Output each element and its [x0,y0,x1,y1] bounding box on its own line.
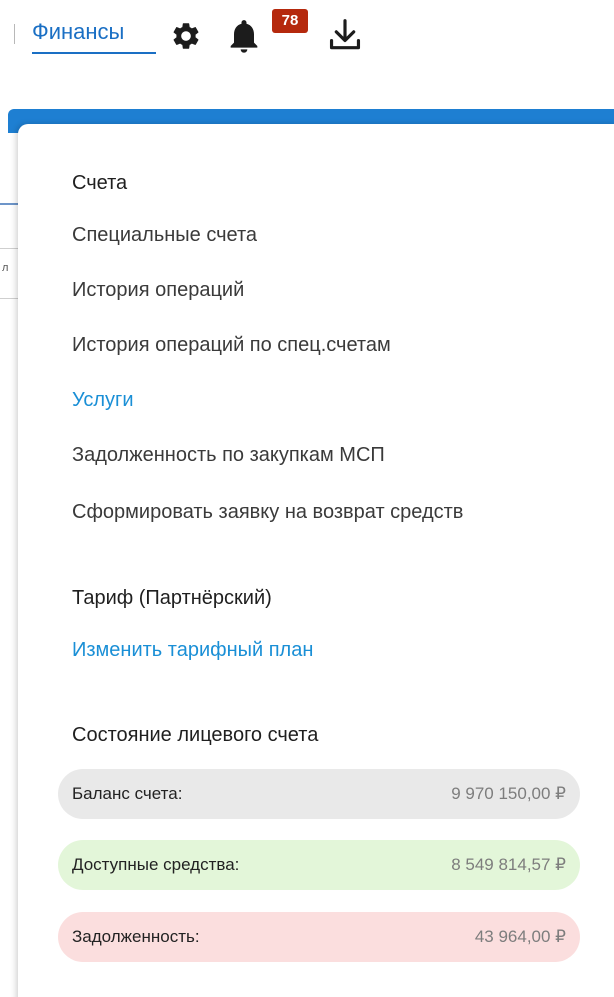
bell-icon[interactable] [224,16,264,56]
account-state-heading: Состояние лицевого счета [72,724,319,746]
change-tariff-link[interactable]: Изменить тарифный план [72,637,313,663]
menu-item-msp-debt[interactable]: Задолженность по закупкам МСП [72,442,385,468]
menu-item-refund-request[interactable]: Сформировать заявку на возврат средств [72,499,463,525]
notifications-badge[interactable]: 78 [272,9,308,33]
menu-item-services[interactable]: Услуги [72,387,134,413]
finance-menu-link[interactable]: Финансы [32,18,124,46]
balance-label: Баланс счета: [72,784,183,803]
debt-value: 43 964,00 ₽ [474,927,566,946]
available-funds-row: Доступные средства: 8 549 814,57 ₽ [58,840,580,890]
menu-item-special-accounts[interactable]: Специальные счета [72,222,257,248]
available-funds-label: Доступные средства: [72,855,240,874]
download-icon[interactable] [326,16,364,54]
menu-item-operations-history[interactable]: История операций [72,277,244,303]
accounts-heading[interactable]: Счета [72,170,127,196]
available-funds-value: 8 549 814,57 ₽ [451,855,566,874]
finance-dropdown-panel: Счета Специальные счета История операций… [18,124,614,997]
balance-row: Баланс счета: 9 970 150,00 ₽ [58,769,580,819]
debt-label: Задолженность: [72,927,200,946]
tariff-heading: Тариф (Партнёрский) [72,587,272,609]
background-content-edge: л [0,125,20,325]
finance-active-underline [32,52,156,54]
top-bar: Финансы 78 [0,0,614,70]
gear-icon[interactable] [170,20,202,52]
debt-row: Задолженность: 43 964,00 ₽ [58,912,580,962]
separator [14,24,15,44]
balance-value: 9 970 150,00 ₽ [451,784,566,803]
menu-item-special-operations-history[interactable]: История операций по спец.счетам [72,332,391,358]
